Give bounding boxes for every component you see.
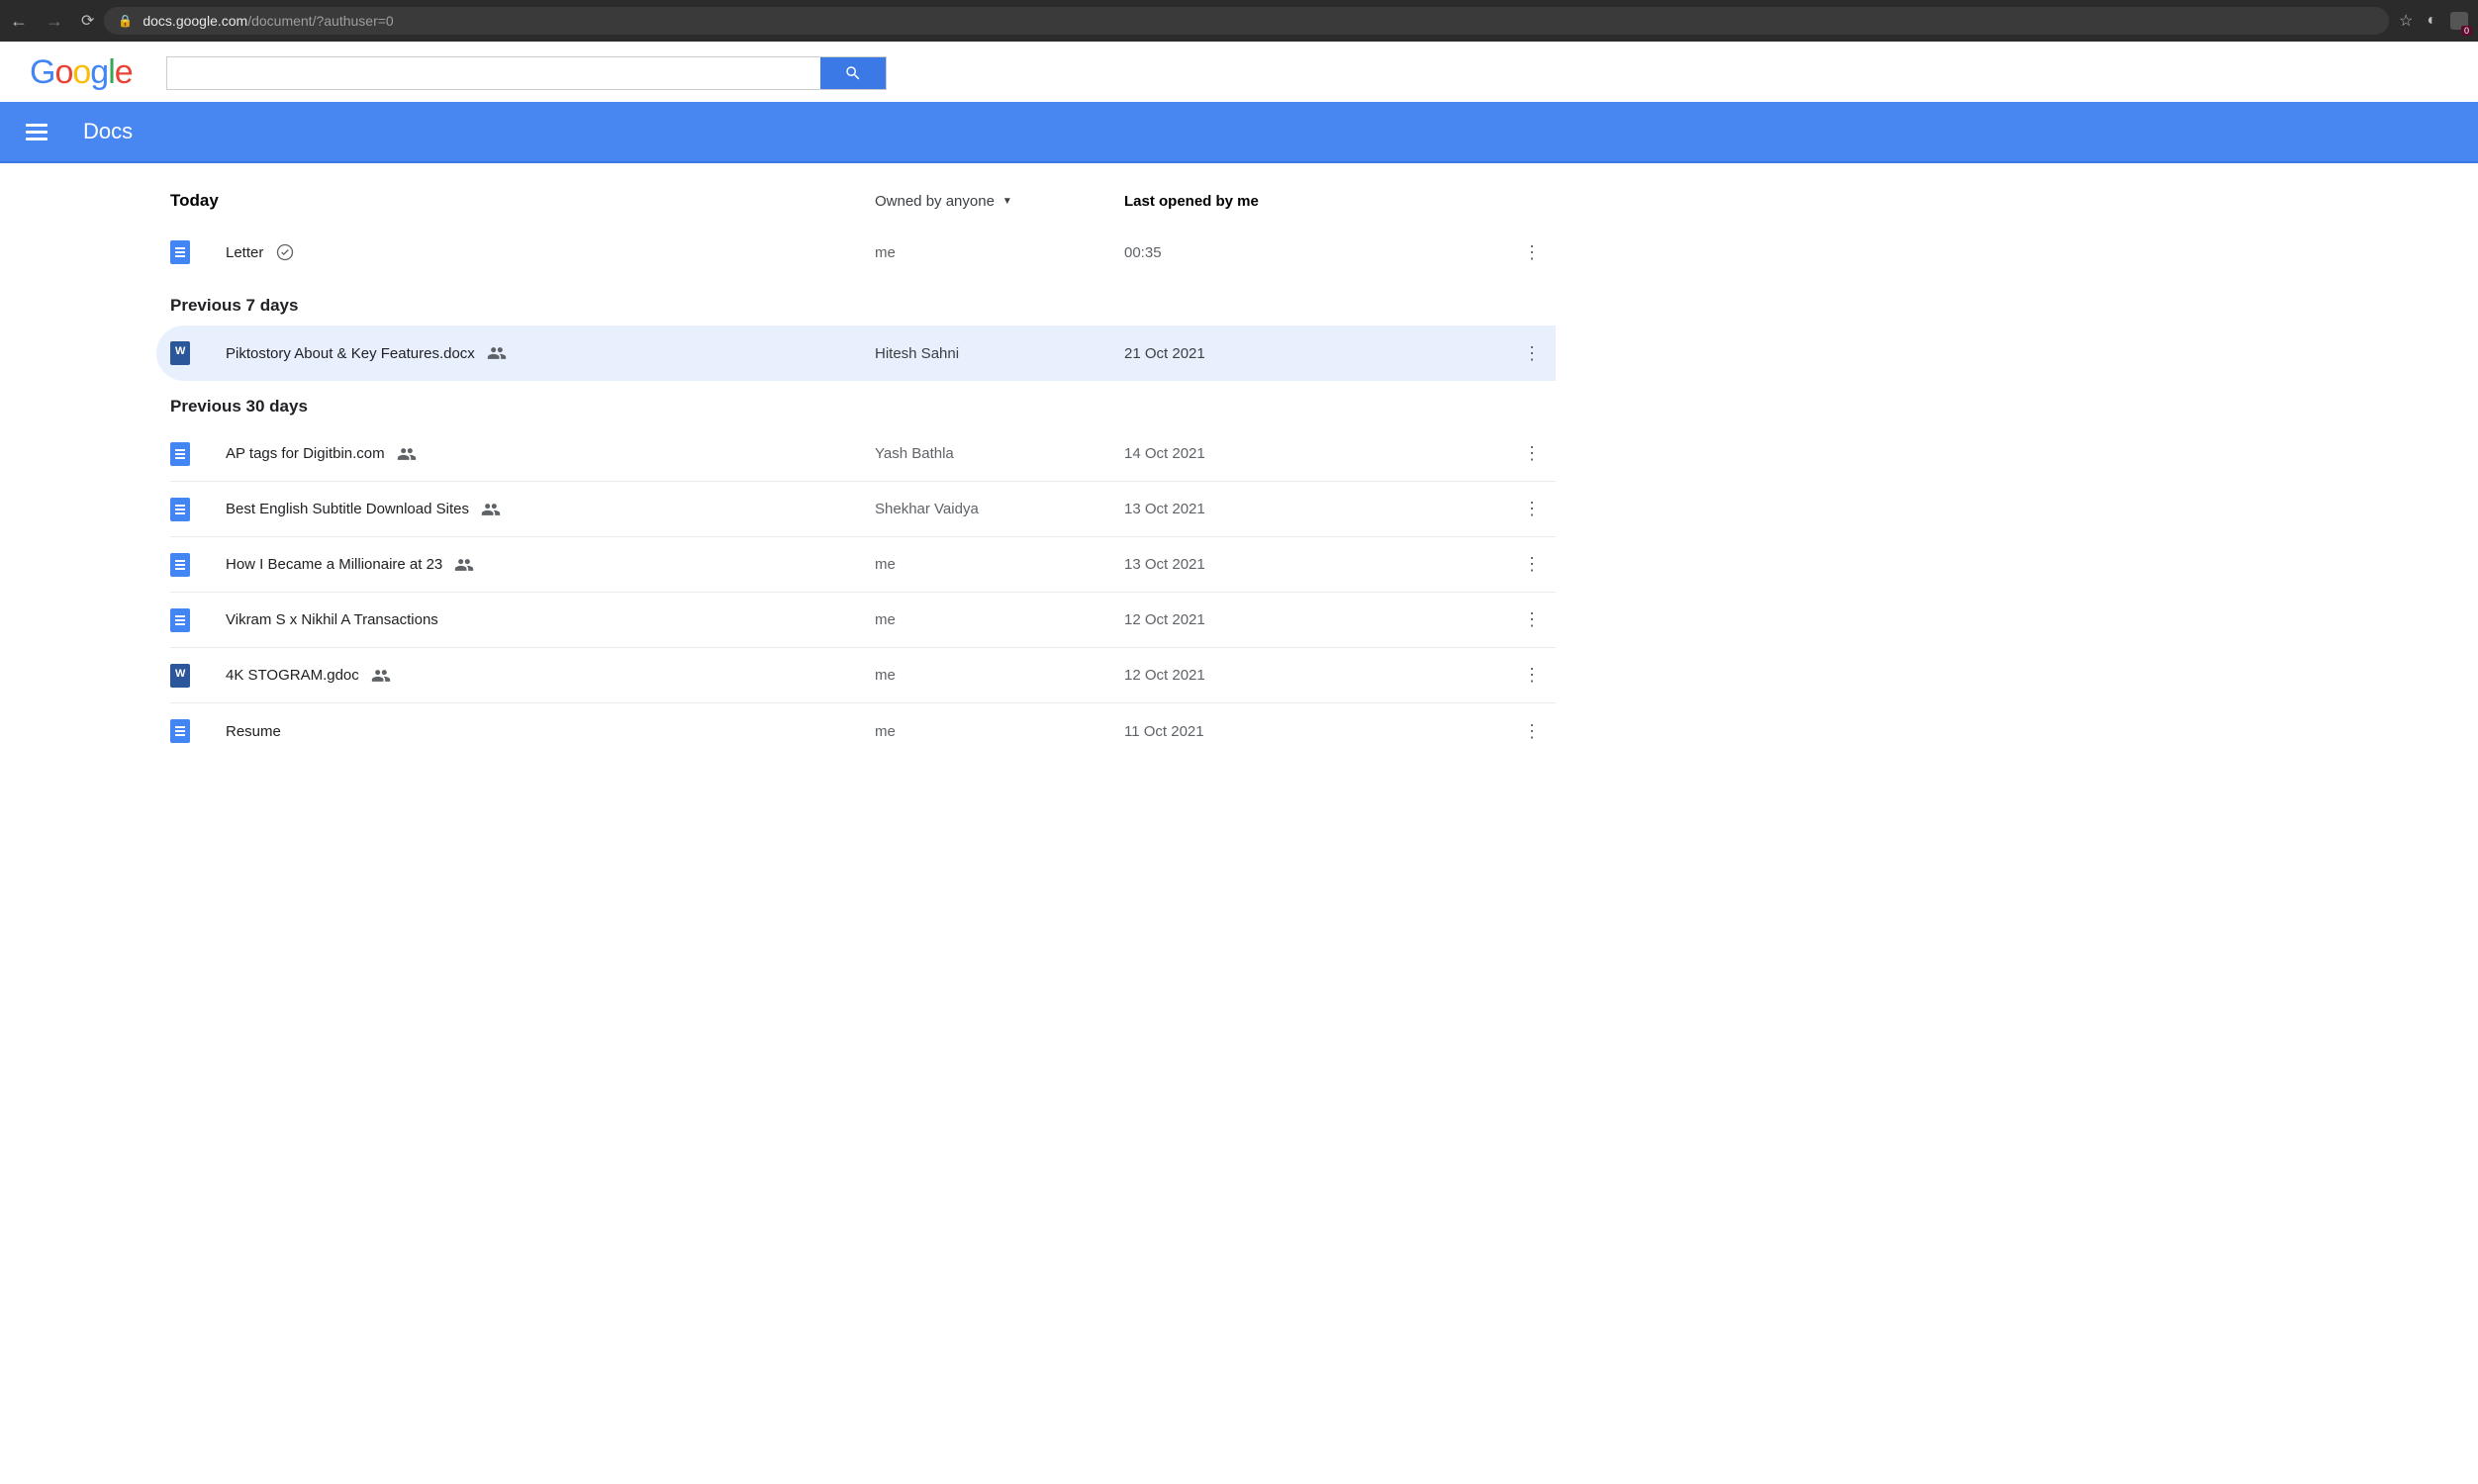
search-input[interactable] (167, 57, 820, 89)
doc-date: 12 Oct 2021 (1124, 667, 1508, 684)
docs-app-bar: Docs (0, 102, 2478, 163)
doc-row[interactable]: AP tags for Digitbin.com Yash Bathla14 Oc… (170, 426, 1556, 482)
lock-icon: 🔒 (118, 14, 133, 28)
more-options-icon[interactable]: ⋮ (1508, 242, 1556, 263)
doc-name: How I Became a Millionaire at 23 (226, 556, 442, 573)
owner-filter[interactable]: Owned by anyone ▼ (875, 193, 1124, 210)
doc-name: 4K STOGRAM.gdoc (226, 667, 359, 684)
more-options-icon[interactable]: ⋮ (1508, 554, 1556, 575)
doc-row[interactable]: How I Became a Millionaire at 23 me13 Oct… (170, 537, 1556, 593)
doc-date: 11 Oct 2021 (1124, 723, 1508, 740)
doc-row[interactable]: Resume me11 Oct 2021⋮ (170, 703, 1556, 759)
doc-name: Piktostory About & Key Features.docx (226, 345, 475, 362)
browser-chrome: ← → ⟳ 🔒 docs.google.com/document/?authus… (0, 0, 2478, 42)
doc-owner: Hitesh Sahni (875, 345, 1124, 362)
menu-icon[interactable] (26, 124, 48, 140)
extension-icon[interactable]: ◐ (2427, 12, 2436, 30)
extension-badge-icon[interactable] (2450, 12, 2468, 30)
doc-row[interactable]: Piktostory About & Key Features.docx Hite… (156, 325, 1556, 381)
google-logo[interactable]: Google (30, 53, 133, 92)
doc-owner: Shekhar Vaidya (875, 501, 1124, 517)
nav-forward-icon[interactable]: → (46, 12, 63, 30)
google-doc-icon (170, 442, 190, 466)
more-options-icon[interactable]: ⋮ (1508, 609, 1556, 630)
google-doc-icon (170, 553, 190, 577)
app-title: Docs (83, 119, 133, 144)
chevron-down-icon: ▼ (1002, 196, 1012, 207)
search-button[interactable] (820, 57, 886, 89)
shared-icon (481, 500, 501, 519)
nav-reload-icon[interactable]: ⟳ (81, 11, 94, 31)
doc-row[interactable]: Vikram S x Nikhil A Transactions me12 Oct… (170, 593, 1556, 648)
word-doc-icon (170, 341, 190, 365)
doc-name: Resume (226, 723, 281, 740)
google-doc-icon (170, 240, 190, 264)
shared-icon (454, 555, 474, 575)
url-domain: docs.google.com (143, 13, 247, 29)
doc-name: Vikram S x Nikhil A Transactions (226, 611, 438, 628)
more-options-icon[interactable]: ⋮ (1508, 343, 1556, 364)
doc-owner: Yash Bathla (875, 445, 1124, 462)
google-doc-icon (170, 719, 190, 743)
google-doc-icon (170, 498, 190, 521)
docs-list: Today Owned by anyone ▼ Last opened by m… (170, 163, 1556, 759)
address-bar[interactable]: 🔒 docs.google.com/document/?authuser=0 (104, 7, 2389, 35)
more-options-icon[interactable]: ⋮ (1508, 499, 1556, 519)
doc-row[interactable]: Letter me00:35⋮ (170, 225, 1556, 280)
nav-back-icon[interactable]: ← (10, 12, 28, 30)
doc-owner: me (875, 667, 1124, 684)
more-options-icon[interactable]: ⋮ (1508, 443, 1556, 464)
more-options-icon[interactable]: ⋮ (1508, 665, 1556, 686)
doc-owner: me (875, 611, 1124, 628)
section-label-prev30: Previous 30 days (170, 381, 1556, 426)
sort-date-label[interactable]: Last opened by me (1124, 193, 1508, 210)
doc-date: 13 Oct 2021 (1124, 556, 1508, 573)
doc-owner: me (875, 723, 1124, 740)
list-header-row: Today Owned by anyone ▼ Last opened by m… (170, 185, 1556, 225)
doc-date: 21 Oct 2021 (1124, 345, 1508, 362)
doc-name: Letter (226, 244, 263, 261)
doc-date: 13 Oct 2021 (1124, 501, 1508, 517)
google-header: Google (0, 42, 2478, 102)
url-path: /document/?authuser=0 (247, 13, 394, 29)
search-icon (844, 64, 862, 82)
doc-owner: me (875, 556, 1124, 573)
more-options-icon[interactable]: ⋮ (1508, 721, 1556, 742)
doc-owner: me (875, 244, 1124, 261)
section-label-today: Today (170, 191, 875, 211)
offline-available-icon (275, 242, 295, 262)
shared-icon (371, 666, 391, 686)
doc-name: Best English Subtitle Download Sites (226, 501, 469, 517)
search-box (166, 56, 887, 90)
doc-row[interactable]: Best English Subtitle Download Sites Shek… (170, 482, 1556, 537)
doc-name: AP tags for Digitbin.com (226, 445, 385, 462)
section-label-prev7: Previous 7 days (170, 280, 1556, 325)
owner-filter-label: Owned by anyone (875, 193, 995, 210)
word-doc-icon (170, 664, 190, 688)
doc-date: 14 Oct 2021 (1124, 445, 1508, 462)
doc-date: 12 Oct 2021 (1124, 611, 1508, 628)
google-doc-icon (170, 608, 190, 632)
shared-icon (487, 343, 507, 363)
bookmark-star-icon[interactable]: ☆ (2399, 11, 2413, 31)
doc-row[interactable]: 4K STOGRAM.gdoc me12 Oct 2021⋮ (170, 648, 1556, 703)
shared-icon (397, 444, 417, 464)
doc-date: 00:35 (1124, 244, 1508, 261)
